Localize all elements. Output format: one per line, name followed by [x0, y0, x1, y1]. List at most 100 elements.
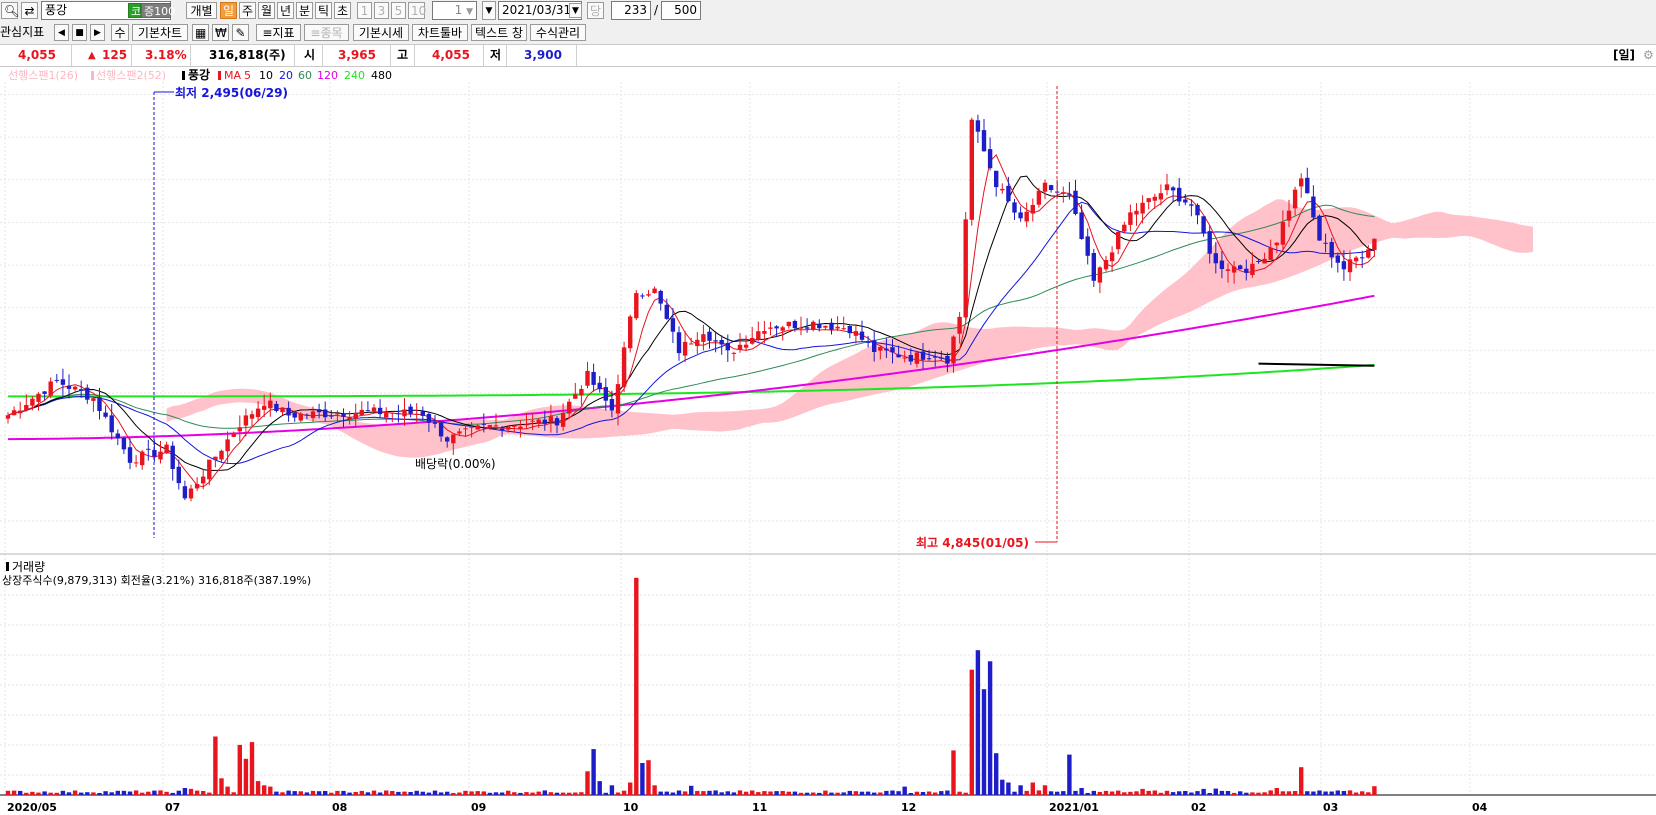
- total-input[interactable]: 500: [661, 1, 701, 20]
- indicator-button[interactable]: ≡지표: [256, 24, 301, 41]
- volume-bar: [1353, 792, 1359, 795]
- sum-button[interactable]: 수: [111, 24, 129, 41]
- num-1-button[interactable]: 1: [357, 2, 372, 19]
- candle-body: [66, 385, 72, 389]
- x-tick-label: 2020/05: [7, 801, 57, 814]
- volume-bar: [1372, 786, 1377, 795]
- candle-body: [85, 387, 90, 400]
- search-icon[interactable]: 🔍︎: [1, 2, 19, 19]
- candle-body: [164, 444, 169, 454]
- candle-body: [1353, 257, 1359, 262]
- step-select[interactable]: 1 ▼: [432, 1, 477, 20]
- volume-bar: [97, 793, 102, 795]
- price-chart: 2020/05 07 08 09 10 11 12 2021/01 02 03 04 선행스팬1(2…: [0, 68, 1656, 814]
- volume-bar: [414, 790, 419, 795]
- candle-body: [634, 293, 639, 319]
- candle-body: [310, 411, 316, 419]
- volume-bar: [1152, 790, 1157, 795]
- volume-bar: [1268, 790, 1273, 795]
- candle-body: [1140, 202, 1145, 214]
- volume-bar: [188, 788, 194, 795]
- volume-bar: [1006, 782, 1011, 795]
- candle-body: [530, 420, 535, 422]
- volume-bar: [1244, 792, 1249, 795]
- period-year-button[interactable]: 년: [277, 2, 294, 19]
- x-tick-label: 02: [1191, 801, 1206, 814]
- text-window-button[interactable]: 텍스트 창: [471, 24, 527, 41]
- num-3-button[interactable]: 3: [374, 2, 389, 19]
- x-axis: 2020/05 07 08 09 10 11 12 2021/01 02 03 04: [7, 801, 1488, 814]
- volume-bar: [664, 791, 669, 795]
- volume-bar: [11, 790, 17, 795]
- item-button[interactable]: ≡종목: [304, 24, 349, 41]
- formula-manage-button[interactable]: 수식관리: [530, 24, 586, 41]
- candle-body: [1256, 261, 1261, 262]
- watch-indicator-button[interactable]: 관심지표: [0, 24, 48, 41]
- basic-price-button[interactable]: 기본시세: [353, 24, 409, 41]
- volume-bar: [420, 791, 425, 795]
- candle-body: [18, 410, 23, 414]
- volume-bar: [54, 792, 59, 795]
- volume-bar: [695, 790, 700, 795]
- period-week-button[interactable]: 주: [239, 2, 256, 19]
- candle-body: [1274, 242, 1279, 246]
- candle-body: [451, 434, 456, 444]
- candle-body: [957, 316, 962, 334]
- arrow-right-icon[interactable]: ▶: [90, 24, 105, 41]
- volume-bar: [408, 792, 413, 795]
- open-price: 3,965: [338, 48, 376, 62]
- period-second-button[interactable]: 초: [334, 2, 351, 19]
- period-day-button[interactable]: 일: [220, 2, 237, 19]
- volume-bar: [1225, 791, 1231, 795]
- legend-name-marker: [182, 71, 185, 80]
- candle-body: [408, 406, 413, 414]
- candle-body: [1036, 190, 1042, 205]
- num-5-button[interactable]: 5: [391, 2, 406, 19]
- wrench-icon[interactable]: ✎: [232, 24, 249, 41]
- candle-body: [707, 331, 712, 341]
- volume-bar: [756, 792, 761, 795]
- period-minute-button[interactable]: 분: [296, 2, 313, 19]
- dang-button[interactable]: 당: [587, 2, 604, 19]
- candle-body: [72, 386, 78, 390]
- divider: [576, 45, 577, 66]
- volume-bar: [579, 792, 584, 795]
- volume-bar: [66, 792, 72, 795]
- stop-icon[interactable]: ■: [72, 24, 87, 41]
- chevron-down-icon[interactable]: ▼: [482, 1, 496, 20]
- basic-chart-button[interactable]: 기본차트: [132, 24, 188, 41]
- candle-body: [36, 393, 41, 402]
- grid-icon[interactable]: ▦: [192, 24, 209, 41]
- num-10-button[interactable]: 10: [408, 2, 426, 19]
- arrow-left-icon[interactable]: ◀: [54, 24, 69, 41]
- volume-bar: [1128, 791, 1133, 795]
- divider: [414, 45, 415, 66]
- volume-bar: [731, 792, 737, 795]
- volume-bar: [304, 792, 310, 795]
- x-tick-label: 10: [623, 801, 639, 814]
- individual-button[interactable]: 개별: [186, 2, 217, 19]
- volume-bar: [1347, 790, 1353, 795]
- candle-body: [1097, 267, 1103, 283]
- settings-gear-icon[interactable]: ⚙: [1643, 45, 1654, 66]
- candle-body: [725, 342, 730, 351]
- calendar-dropdown-icon[interactable]: ▼: [569, 3, 582, 18]
- candle-body: [1366, 249, 1371, 258]
- secondary-toolbar: 관심지표 ◀ ■ ▶ 수 기본차트 ▦ ₩ ✎ ≡지표 ≡종목 기본시세 차트툴…: [0, 22, 1656, 45]
- volume-bar: [384, 790, 389, 795]
- period-tick-button[interactable]: 틱: [315, 2, 332, 19]
- volume-bar: [1201, 788, 1206, 795]
- x-tick-label: 07: [165, 801, 180, 814]
- candle-body: [499, 428, 505, 431]
- candle-body: [914, 352, 920, 364]
- candle-body: [201, 476, 206, 484]
- volume-bar: [743, 791, 749, 795]
- refresh-icon[interactable]: ⇄: [21, 2, 38, 19]
- period-month-button[interactable]: 월: [258, 2, 275, 19]
- candle-body: [1109, 252, 1115, 262]
- chart-toolbar-button[interactable]: 차트툴바: [412, 24, 468, 41]
- volume-bar: [176, 790, 181, 795]
- won-icon[interactable]: ₩: [212, 24, 229, 41]
- candle-body: [682, 341, 688, 356]
- count-input[interactable]: 233: [611, 1, 651, 20]
